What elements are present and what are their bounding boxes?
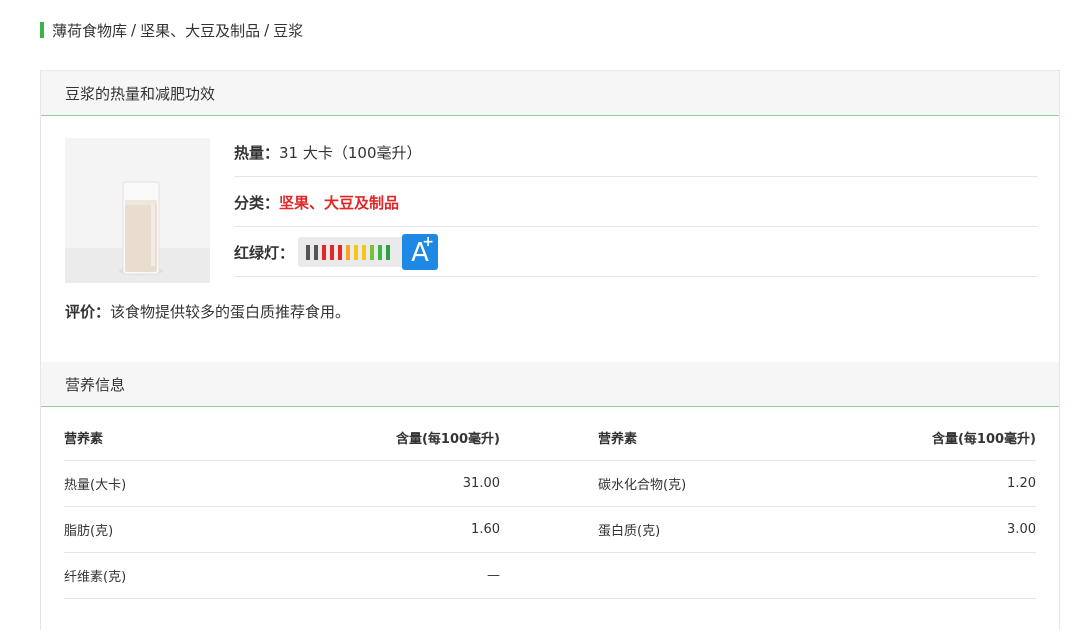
traffic-light-scale (298, 237, 416, 267)
nutrient-name: 脂肪(克) (64, 506, 314, 553)
traffic-light-segment (306, 244, 311, 260)
breadcrumb-current: 豆浆 (273, 21, 304, 40)
nutrition-header: 营养信息 (41, 362, 1059, 407)
traffic-light-segment (338, 244, 343, 260)
calories-value: 31 大卡（100毫升） (279, 143, 422, 162)
overview-title: 豆浆的热量和减肥功效 (65, 84, 216, 103)
traffic-light-segment (386, 244, 391, 260)
traffic-light-label: 红绿灯： (234, 243, 295, 262)
column-header-amount: 含量(每100毫升) (848, 415, 1036, 461)
category-label: 分类： (234, 193, 280, 212)
traffic-light-segment (354, 244, 359, 260)
traffic-light-segment (330, 244, 335, 260)
table-row: 脂肪(克) 1.60 蛋白质(克) 3.00 (64, 506, 1036, 553)
traffic-light-segment (322, 244, 327, 260)
calories-row: 热量： 31 大卡（100毫升） (234, 128, 1038, 177)
nutrient-name: 碳水化合物(克) (598, 460, 848, 507)
traffic-light-segment (378, 244, 383, 260)
breadcrumb-separator: / (264, 21, 270, 39)
nutrient-amount: — (314, 552, 500, 599)
food-image (65, 138, 210, 283)
traffic-light-row: 红绿灯： A + (234, 228, 1038, 277)
breadcrumb-link-home[interactable]: 薄荷食物库 (52, 20, 127, 41)
nutrient-amount: 31.00 (314, 460, 500, 507)
table-row: 热量(大卡) 31.00 碳水化合物(克) 1.20 (64, 460, 1036, 507)
grade-badge: A + (402, 234, 439, 270)
evaluation: 评价：该食物提供较多的蛋白质推荐食用。 (65, 301, 350, 322)
calories-label: 热量： (234, 143, 280, 162)
evaluation-label: 评价： (65, 303, 111, 321)
nutrient-name: 纤维素(克) (64, 552, 314, 599)
column-header-nutrient: 营养素 (598, 415, 848, 461)
nutrient-name: 热量(大卡) (64, 460, 314, 507)
evaluation-text: 该食物提供较多的蛋白质推荐食用。 (110, 303, 351, 321)
nutrient-name (598, 552, 848, 599)
column-header-nutrient: 营养素 (64, 415, 314, 461)
nutrient-amount (848, 552, 1036, 599)
breadcrumb-accent-bar (40, 22, 44, 38)
food-summary: 热量： 31 大卡（100毫升） 分类： 坚果、大豆及制品 红绿灯： A + 评… (41, 116, 1059, 362)
overview-header: 豆浆的热量和减肥功效 (41, 71, 1059, 116)
category-row: 分类： 坚果、大豆及制品 (234, 178, 1038, 227)
column-header-amount: 含量(每100毫升) (314, 415, 500, 461)
food-attributes: 热量： 31 大卡（100毫升） 分类： 坚果、大豆及制品 红绿灯： A + (234, 128, 1038, 277)
nutrition-title: 营养信息 (65, 375, 126, 394)
nutrient-amount: 1.60 (314, 506, 500, 553)
nutrient-amount: 1.20 (848, 460, 1036, 507)
nutrition-table: 营养素 含量(每100毫升) 营养素 含量(每100毫升) 热量(大卡) 31.… (64, 415, 1036, 599)
breadcrumb-separator: / (131, 21, 137, 39)
traffic-light-indicator[interactable]: A + (298, 234, 439, 270)
traffic-light-segment (362, 244, 367, 260)
category-link[interactable]: 坚果、大豆及制品 (279, 192, 399, 213)
breadcrumb: 薄荷食物库 / 坚果、大豆及制品 / 豆浆 (40, 19, 303, 41)
traffic-light-segment (314, 244, 319, 260)
traffic-light-segment (346, 244, 351, 260)
nutrition-table-header: 营养素 含量(每100毫升) 营养素 含量(每100毫升) (64, 415, 1036, 461)
table-row: 纤维素(克) — (64, 552, 1036, 599)
breadcrumb-link-category[interactable]: 坚果、大豆及制品 (140, 20, 260, 41)
nutrient-name: 蛋白质(克) (598, 506, 848, 553)
traffic-light-segment (370, 244, 375, 260)
grade-plus: + (422, 234, 435, 250)
nutrient-amount: 3.00 (848, 506, 1036, 553)
